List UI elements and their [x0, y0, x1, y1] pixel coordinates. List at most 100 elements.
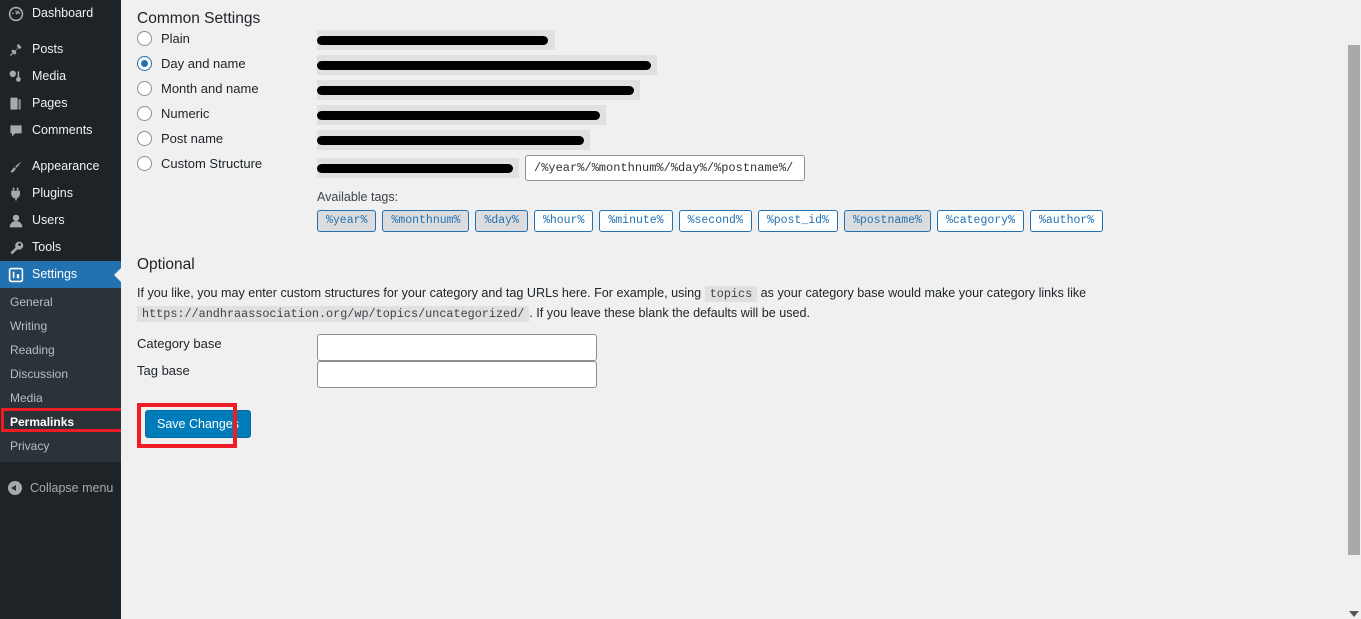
menu-separator	[0, 144, 121, 153]
radio-custom-structure[interactable]	[137, 156, 152, 171]
brush-icon	[8, 159, 24, 175]
redacted-url	[317, 61, 651, 70]
settings-submenu: General Writing Reading Discussion Media…	[0, 288, 121, 462]
tag-hour[interactable]: %hour%	[533, 210, 594, 232]
permalink-option-plain[interactable]: Plain	[137, 30, 317, 47]
menu-separator	[0, 27, 121, 36]
redacted-url	[317, 86, 634, 95]
collapse-arrow-icon	[8, 481, 22, 495]
table-row: Plain	[137, 30, 1327, 55]
pages-icon	[8, 96, 24, 112]
submenu-label: Discussion	[10, 367, 69, 381]
tag-base-input[interactable]	[317, 361, 597, 388]
collapse-menu-button[interactable]: Collapse menu	[0, 474, 121, 502]
sidebar-item-pages[interactable]: Pages	[0, 90, 121, 117]
tag-post-id[interactable]: %post_id%	[757, 210, 838, 232]
radio-label: Month and name	[161, 81, 259, 96]
permalink-option-post-name[interactable]: Post name	[137, 130, 317, 147]
submenu-item-general[interactable]: General	[0, 290, 121, 314]
tag-minute[interactable]: %minute%	[599, 210, 673, 232]
permalink-option-day-and-name[interactable]: Day and name	[137, 55, 317, 72]
scroll-down-arrow-icon[interactable]	[1349, 611, 1359, 617]
submenu-label: Reading	[10, 343, 55, 357]
sidebar-label: Media	[32, 69, 67, 84]
permalink-options-table: Plain Day and name Month and name Numeri…	[137, 30, 1327, 232]
available-tags-label: Available tags:	[317, 190, 399, 204]
permalink-example-post-name	[317, 130, 590, 150]
custom-structure-input[interactable]	[525, 155, 805, 181]
sidebar-label: Users	[32, 213, 65, 228]
tag-day[interactable]: %day%	[475, 210, 528, 232]
submenu-item-discussion[interactable]: Discussion	[0, 362, 121, 386]
settings-icon	[8, 267, 24, 283]
table-row: Month and name	[137, 80, 1327, 105]
submit-area: Save Changes	[137, 403, 1345, 448]
sidebar-item-plugins[interactable]: Plugins	[0, 180, 121, 207]
permalink-option-numeric[interactable]: Numeric	[137, 105, 317, 122]
tag-category[interactable]: %category%	[936, 210, 1024, 232]
radio-label: Day and name	[161, 56, 246, 71]
submenu-item-permalinks[interactable]: Permalinks	[0, 410, 121, 434]
submenu-item-reading[interactable]: Reading	[0, 338, 121, 362]
permalink-example-numeric	[317, 105, 606, 125]
tag-author[interactable]: %author%	[1029, 210, 1104, 232]
category-base-label: Category base	[137, 336, 222, 351]
table-row: Category base	[137, 334, 1327, 361]
submenu-item-writing[interactable]: Writing	[0, 314, 121, 338]
submenu-label: Media	[10, 391, 43, 405]
table-row: Day and name	[137, 55, 1327, 80]
collapse-menu-label: Collapse menu	[30, 481, 114, 495]
sidebar-label: Appearance	[32, 159, 100, 174]
submenu-item-media[interactable]: Media	[0, 386, 121, 410]
optional-desc-part-2: as your category base would make your ca…	[760, 286, 1087, 300]
media-icon	[8, 69, 24, 85]
permalink-option-custom-structure[interactable]: Custom Structure	[137, 155, 317, 172]
code-example-url: https://andhraassociation.org/wp/topics/…	[137, 306, 530, 322]
sidebar-item-settings[interactable]: Settings	[0, 261, 121, 288]
sidebar-label: Settings	[32, 267, 78, 282]
sidebar-item-posts[interactable]: Posts	[0, 36, 121, 63]
tag-monthnum[interactable]: %monthnum%	[382, 210, 470, 232]
sidebar-label: Plugins	[32, 186, 73, 201]
permalink-example-month-and-name	[317, 80, 640, 100]
user-icon	[8, 213, 24, 229]
submenu-item-privacy[interactable]: Privacy	[0, 434, 121, 458]
radio-month-and-name[interactable]	[137, 81, 152, 96]
current-menu-arrow	[114, 266, 121, 283]
tag-year[interactable]: %year%	[317, 210, 377, 232]
sidebar-item-users[interactable]: Users	[0, 207, 121, 234]
radio-label: Post name	[161, 131, 224, 146]
radio-day-and-name[interactable]	[137, 56, 152, 71]
redacted-url	[317, 136, 584, 145]
radio-label: Plain	[161, 31, 190, 46]
sidebar-item-comments[interactable]: Comments	[0, 117, 121, 144]
radio-numeric[interactable]	[137, 106, 152, 121]
optional-description: If you like, you may enter custom struct…	[137, 284, 1327, 324]
permalink-example-custom-structure	[317, 158, 519, 178]
category-base-input[interactable]	[317, 334, 597, 361]
permalink-option-month-and-name[interactable]: Month and name	[137, 80, 317, 97]
settings-content: Common Settings Plain Day and name Month…	[121, 0, 1361, 619]
sidebar-item-appearance[interactable]: Appearance	[0, 153, 121, 180]
optional-fields-table: Category base Tag base	[137, 334, 1327, 388]
table-row: Tag base	[137, 361, 1327, 388]
sidebar-item-tools[interactable]: Tools	[0, 234, 121, 261]
redacted-url	[317, 36, 548, 45]
radio-plain[interactable]	[137, 31, 152, 46]
sidebar-item-media[interactable]: Media	[0, 63, 121, 90]
sidebar-label: Tools	[32, 240, 62, 255]
submenu-label: General	[10, 295, 53, 309]
permalink-example-plain	[317, 30, 555, 50]
scrollbar-thumb[interactable]	[1348, 45, 1360, 555]
sidebar-label: Pages	[32, 96, 68, 111]
wrench-icon	[8, 240, 24, 256]
page-scrollbar[interactable]	[1347, 0, 1361, 619]
save-changes-button[interactable]: Save Changes	[145, 410, 252, 438]
tag-second[interactable]: %second%	[678, 210, 752, 232]
tag-postname[interactable]: %postname%	[843, 210, 931, 232]
optional-desc-part-3: . If you leave these blank the defaults …	[529, 306, 811, 320]
submenu-label: Privacy	[10, 439, 50, 453]
sidebar-item-dashboard[interactable]: Dashboard	[0, 0, 121, 27]
redacted-url	[317, 164, 513, 173]
radio-post-name[interactable]	[137, 131, 152, 146]
